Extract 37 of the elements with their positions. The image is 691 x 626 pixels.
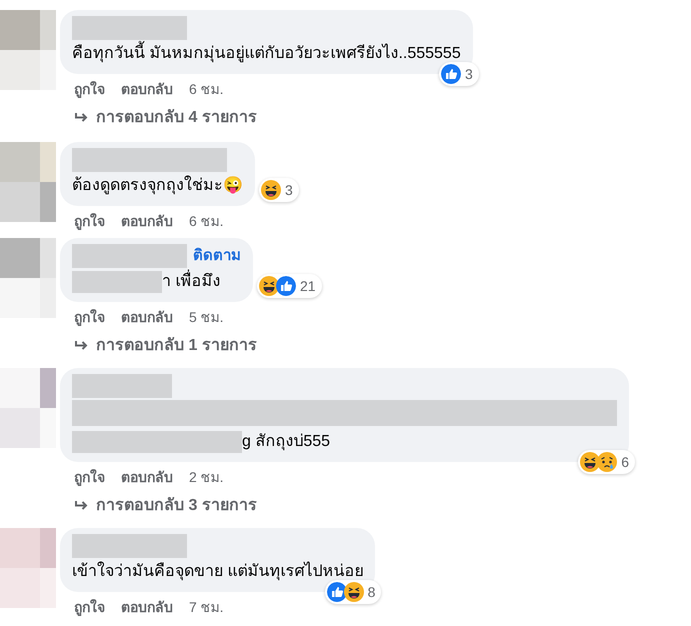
- timestamp: 5 ชม.: [189, 308, 224, 326]
- reply-link[interactable]: ตอบกลับ: [121, 598, 173, 616]
- timestamp: 6 ชม.: [189, 80, 224, 98]
- crying-face-icon: [597, 452, 618, 472]
- comment-text: ต้องดูดตรงจุกถุงใช่มะ😜: [72, 174, 243, 196]
- laughing-face-icon: [344, 582, 364, 602]
- reply-arrow-icon: [74, 340, 88, 352]
- like-link[interactable]: ถูกใจ: [74, 80, 105, 98]
- timestamp: 7 ชม.: [189, 598, 224, 616]
- laughing-face-icon: [261, 180, 281, 200]
- reaction-count: 6: [621, 452, 629, 472]
- laughing-face-icon: [259, 276, 279, 296]
- like-link[interactable]: ถูกใจ: [74, 212, 105, 230]
- comment-text: เข้าใจว่ามันคือจุดขาย แต่มันทุเรศไปหน่อย: [72, 560, 364, 582]
- like-link[interactable]: ถูกใจ: [74, 308, 105, 326]
- reply-arrow-icon: [74, 112, 88, 124]
- laughing-face-icon: [580, 452, 600, 472]
- reaction-count: 21: [300, 276, 316, 296]
- timestamp: 6 ชม.: [189, 212, 224, 230]
- reaction-count: 3: [464, 64, 473, 84]
- reply-arrow-icon: [74, 500, 88, 512]
- comment-text: คือทุกวันนี้ มันหมกมุ่นอยู่แต่กับอวัยวะเพศรียังไง..555555: [72, 42, 461, 66]
- comment-text: า เพื่อมึง: [162, 270, 220, 294]
- like-link[interactable]: ถูกใจ: [74, 598, 105, 616]
- timestamp: 2 ชม.: [189, 468, 224, 486]
- view-replies-link[interactable]: การตอบกลับ 3 รายการ: [74, 496, 257, 516]
- reaction-count: 3: [285, 180, 293, 200]
- comment-text: g สักถุงบ่555: [242, 432, 330, 452]
- reply-link[interactable]: ตอบกลับ: [121, 80, 173, 98]
- view-replies-link[interactable]: การตอบกลับ 1 รายการ: [74, 336, 257, 356]
- reply-link[interactable]: ตอบกลับ: [121, 468, 173, 486]
- view-replies-link[interactable]: การตอบกลับ 4 รายการ: [74, 108, 257, 128]
- reaction-count: 8: [368, 582, 376, 602]
- like-link[interactable]: ถูกใจ: [74, 468, 105, 486]
- reply-link[interactable]: ตอบกลับ: [121, 308, 173, 326]
- reply-link[interactable]: ตอบกลับ: [121, 212, 173, 230]
- follow-link[interactable]: ติดตาม: [193, 244, 241, 268]
